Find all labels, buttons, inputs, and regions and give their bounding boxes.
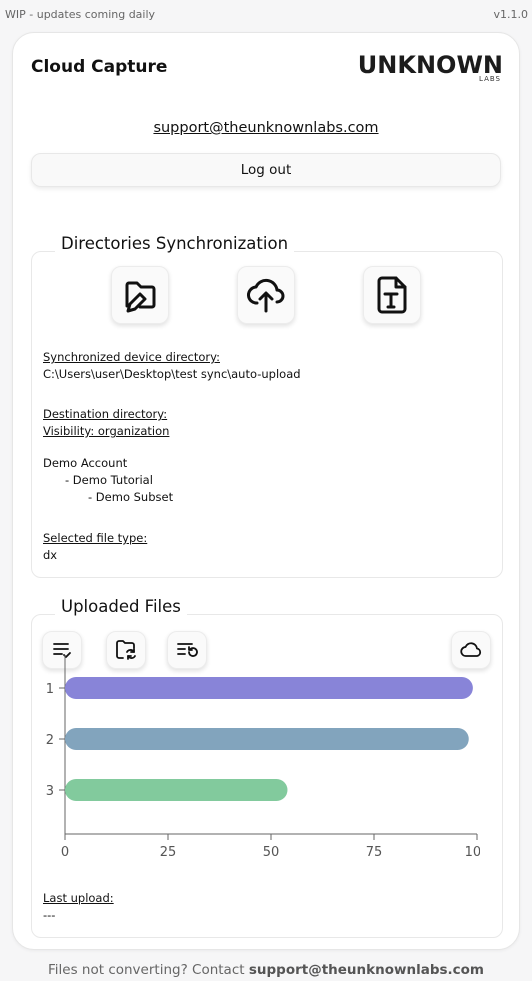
logout-button[interactable]: Log out [31, 153, 501, 187]
device-directory-value: C:\Users\user\Desktop\test sync\auto-upl… [43, 367, 301, 381]
x-tick-label: 50 [263, 845, 280, 860]
tree-item-tutorial: - Demo Tutorial [65, 473, 153, 487]
cloud-upload-icon [247, 278, 285, 313]
device-directory-info: Synchronized device directory: C:\Users\… [43, 349, 301, 383]
top-bar: WIP - updates coming daily v1.1.0 [0, 0, 532, 30]
file-type-icon [377, 276, 407, 314]
select-folder-button[interactable] [111, 266, 169, 324]
uploads-section-title: Uploaded Files [55, 597, 187, 616]
app-title: Cloud Capture [31, 57, 168, 77]
destination-info: Destination directory: Visibility: organ… [43, 406, 169, 440]
y-tick-label: 2 [46, 733, 54, 748]
last-upload-info: Last upload: --- [43, 890, 114, 924]
tree-item-subset: - Demo Subset [88, 490, 174, 504]
footer-contact: Files not converting? Contact support@th… [0, 962, 532, 978]
wip-notice: WIP - updates coming daily [5, 8, 156, 21]
upload-button[interactable] [237, 266, 295, 324]
folder-edit-icon [125, 281, 156, 313]
unknown-labs-logo: UNKNOWN LABS [358, 51, 503, 85]
uploaded-files-chart: 1 2 3 0 25 50 75 100 [46, 655, 480, 860]
last-upload-label: Last upload: [43, 891, 114, 905]
file-type-label: Selected file type: [43, 531, 148, 545]
support-email-link[interactable]: support@theunknownlabs.com [13, 120, 519, 136]
logo-sub: LABS [479, 75, 501, 83]
bar-3 [65, 779, 288, 801]
x-tick-label: 0 [61, 845, 69, 860]
y-tick-label: 1 [46, 682, 54, 697]
footer-email-link[interactable]: support@theunknownlabs.com [249, 962, 484, 978]
bar-1 [65, 677, 473, 699]
destination-directory-label: Destination directory: [43, 407, 168, 421]
x-tick-label: 25 [160, 845, 177, 860]
x-tick-label: 100 [465, 845, 480, 860]
device-directory-label: Synchronized device directory: [43, 350, 220, 364]
x-tick-label: 75 [366, 845, 383, 860]
directory-tree: Demo Account - Demo Tutorial - Demo Subs… [43, 455, 173, 506]
tree-item-account: Demo Account [43, 456, 128, 470]
sync-section-title: Directories Synchronization [55, 234, 295, 253]
version-label: v1.1.0 [493, 8, 529, 21]
file-type-value: dx [43, 548, 58, 562]
y-tick-label: 3 [46, 784, 54, 799]
footer-text: Files not converting? Contact [48, 962, 249, 978]
last-upload-value: --- [43, 908, 56, 922]
file-type-info: Selected file type: dx [43, 530, 147, 564]
visibility-label: Visibility: organization [43, 424, 170, 438]
bar-2 [65, 728, 469, 750]
file-type-button[interactable] [363, 266, 421, 324]
